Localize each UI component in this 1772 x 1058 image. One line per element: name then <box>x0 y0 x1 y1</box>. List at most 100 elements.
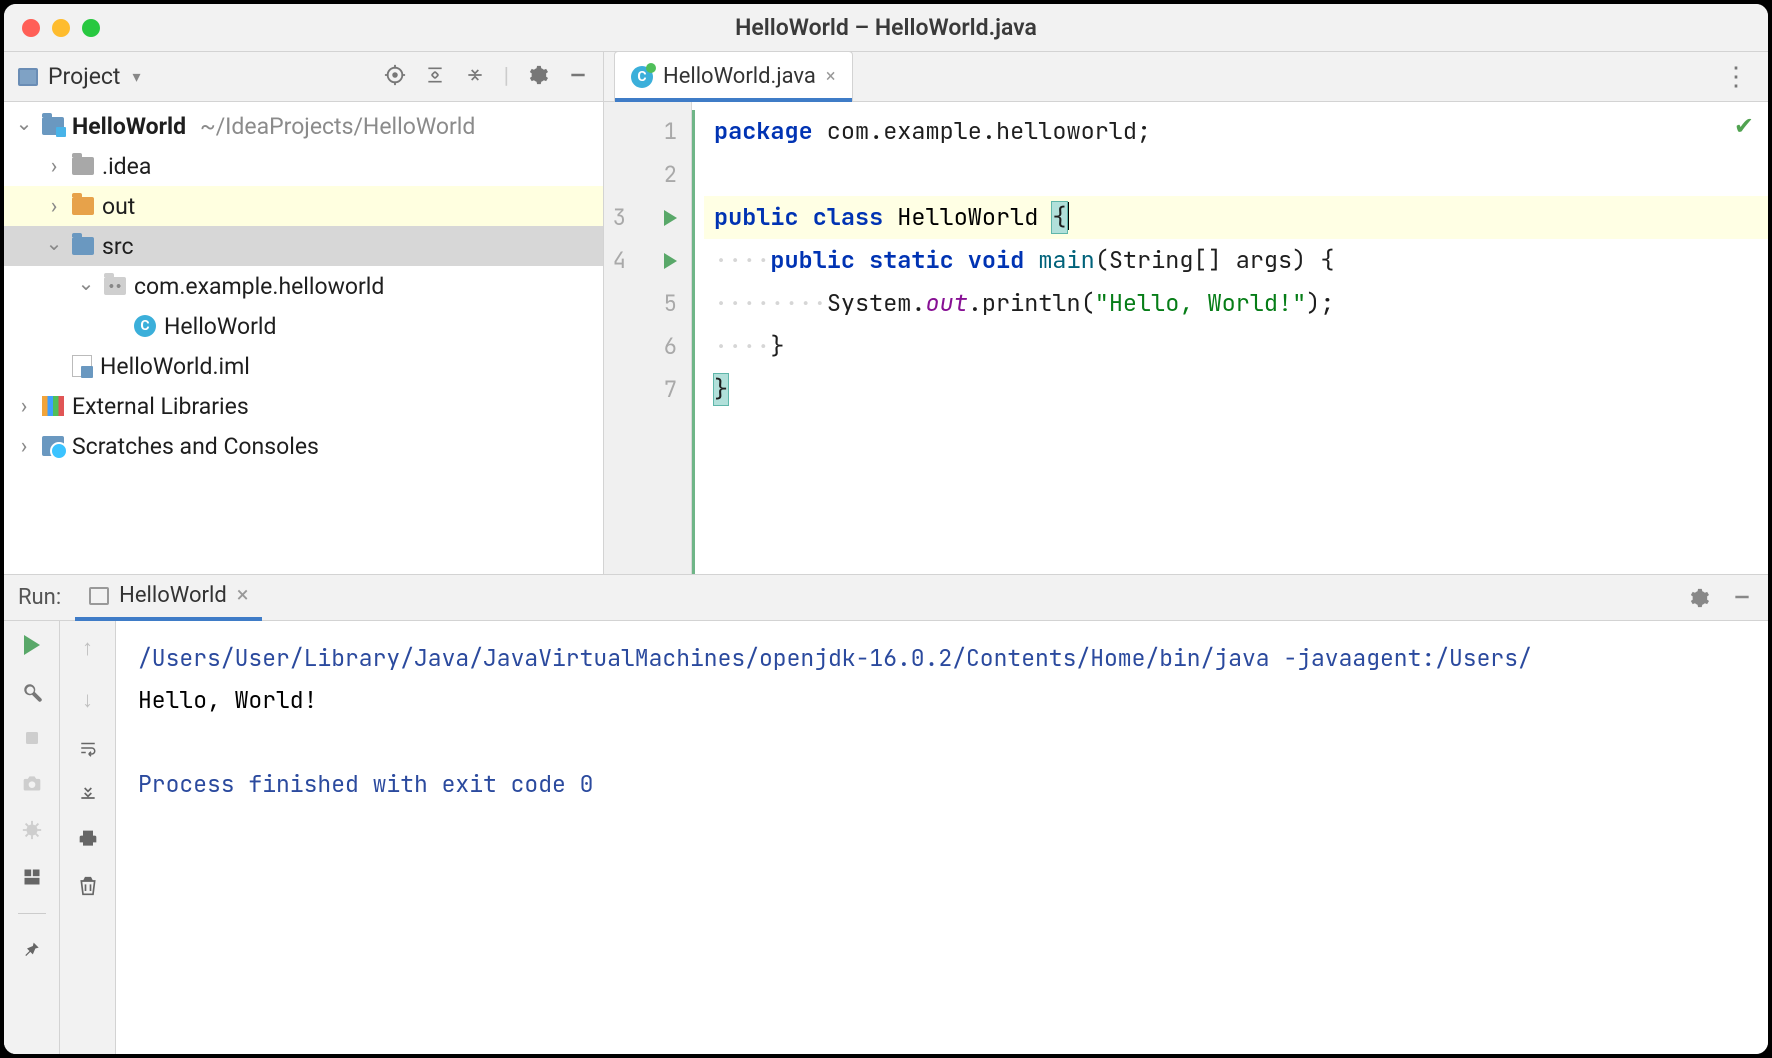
wrench-icon[interactable] <box>21 681 43 703</box>
tree-root[interactable]: HelloWorld ~/IdeaProjects/HelloWorld <box>4 106 603 146</box>
pin-icon[interactable] <box>22 940 42 962</box>
project-view-title[interactable]: Project <box>48 63 120 90</box>
run-tab-label: HelloWorld <box>119 583 227 608</box>
tree-item-label: HelloWorld <box>72 113 192 140</box>
run-body: ↑ ↓ /Users/User/Library/Java/JavaVirtual… <box>4 621 1768 1054</box>
tree-item-label: HelloWorld.iml <box>100 353 256 380</box>
code-token: out <box>926 288 968 319</box>
tree-item-label: Scratches and Consoles <box>72 433 325 460</box>
code-editor[interactable]: 1 2 3 4 5 6 7 ✔ package com.example.hell… <box>604 102 1768 574</box>
close-run-tab-icon[interactable]: × <box>237 583 249 608</box>
run-console[interactable]: /Users/User/Library/Java/JavaVirtualMach… <box>116 621 1768 1054</box>
tree-item-label: com.example.helloworld <box>134 273 390 300</box>
line-number: 6 <box>655 332 677 361</box>
run-gutter-icon[interactable] <box>664 253 677 269</box>
tree-item-iml[interactable]: HelloWorld.iml <box>4 346 603 386</box>
collapse-all-icon[interactable] <box>464 64 486 86</box>
folder-icon <box>72 157 94 175</box>
tree-item-label: HelloWorld <box>164 313 282 340</box>
chevron-down-icon[interactable] <box>76 274 96 298</box>
code-token: } <box>770 331 784 362</box>
hide-panel-icon[interactable] <box>567 64 589 86</box>
class-icon: C <box>134 315 156 337</box>
tree-item-scratches[interactable]: Scratches and Consoles <box>4 426 603 466</box>
hide-panel-icon[interactable] <box>1732 587 1752 609</box>
chevron-right-icon[interactable] <box>14 394 34 419</box>
project-header: Project ▾ | <box>4 52 603 102</box>
source-folder-icon <box>72 237 94 255</box>
editor-tab-label: HelloWorld.java <box>663 64 816 89</box>
tree-item-idea[interactable]: .idea <box>4 146 603 186</box>
run-gutter-icon[interactable] <box>664 210 677 226</box>
soft-wrap-icon[interactable] <box>77 739 99 757</box>
libraries-icon <box>42 396 64 416</box>
run-console-toolbar: ↑ ↓ <box>60 621 116 1054</box>
rerun-icon[interactable] <box>24 635 40 655</box>
code-scroll[interactable]: ✔ package com.example.helloworld;public … <box>692 102 1768 574</box>
editor-gutter[interactable]: 1 2 3 4 5 6 7 <box>604 102 692 574</box>
tree-item-src[interactable]: src <box>4 226 603 266</box>
stop-icon[interactable] <box>23 729 41 747</box>
run-header-tools <box>1688 587 1752 609</box>
code-token: System. <box>827 288 926 319</box>
print-icon[interactable] <box>77 829 99 849</box>
inspection-ok-icon[interactable]: ✔ <box>1734 112 1754 140</box>
text-cursor <box>1067 202 1069 230</box>
tree-item-package[interactable]: com.example.helloworld <box>4 266 603 306</box>
run-header: Run: HelloWorld × <box>4 575 1768 621</box>
title-bar: HelloWorld – HelloWorld.java <box>4 4 1768 52</box>
code-token: public class <box>714 202 883 233</box>
code-token: "Hello, World!" <box>1095 288 1307 319</box>
chevron-right-icon[interactable] <box>44 154 64 179</box>
tab-options-icon[interactable]: ⋮ <box>1723 62 1750 92</box>
ide-window: HelloWorld – HelloWorld.java Project ▾ | <box>0 0 1772 1058</box>
window-title: HelloWorld – HelloWorld.java <box>4 14 1768 41</box>
expand-all-icon[interactable] <box>424 64 446 86</box>
chevron-right-icon[interactable] <box>44 194 64 219</box>
tree-item-label: out <box>102 193 141 220</box>
tree-item-out[interactable]: out <box>4 186 603 226</box>
chevron-down-icon[interactable] <box>44 234 64 258</box>
code-content[interactable]: package com.example.helloworld;public cl… <box>692 110 1768 411</box>
project-tree[interactable]: HelloWorld ~/IdeaProjects/HelloWorld .id… <box>4 102 603 574</box>
close-tab-icon[interactable]: × <box>826 66 836 87</box>
run-tab[interactable]: HelloWorld × <box>75 575 262 621</box>
project-view-dropdown-icon[interactable]: ▾ <box>132 67 140 86</box>
iml-file-icon <box>72 355 92 377</box>
code-token: (String[] args) { <box>1095 245 1335 276</box>
project-tool-window: Project ▾ | HelloWorld ~/IdeaProjects/He… <box>4 52 604 574</box>
module-folder-icon <box>42 117 64 135</box>
console-line: Hello, World! <box>138 679 1746 721</box>
project-view-icon <box>18 68 38 86</box>
debug-icon[interactable] <box>21 819 43 841</box>
tree-item-label: src <box>102 233 140 260</box>
scroll-down-icon[interactable]: ↓ <box>82 687 93 713</box>
chevron-right-icon[interactable] <box>14 434 34 459</box>
console-line: /Users/User/Library/Java/JavaVirtualMach… <box>138 637 1746 679</box>
chevron-down-icon[interactable] <box>14 114 34 138</box>
locate-icon[interactable] <box>384 64 406 86</box>
camera-icon[interactable] <box>21 773 43 793</box>
code-token: .println( <box>968 288 1095 319</box>
layout-icon[interactable] <box>22 867 42 887</box>
editor-tab[interactable]: C HelloWorld.java × <box>614 51 853 101</box>
code-token: HelloWorld <box>883 202 1052 233</box>
trash-icon[interactable] <box>78 875 98 897</box>
tree-item-external-libraries[interactable]: External Libraries <box>4 386 603 426</box>
class-icon: C <box>631 66 653 88</box>
console-line: Process finished with exit code 0 <box>138 763 1746 805</box>
code-token: { <box>1052 202 1066 233</box>
line-number: 4 <box>604 246 626 275</box>
gear-icon[interactable] <box>527 64 549 86</box>
line-number: 2 <box>655 160 677 189</box>
gear-icon[interactable] <box>1688 587 1710 609</box>
code-token: main <box>1024 245 1095 276</box>
run-label: Run: <box>18 585 61 610</box>
tree-item-class[interactable]: C HelloWorld <box>4 306 603 346</box>
scroll-to-end-icon[interactable] <box>77 783 99 803</box>
tree-item-label: .idea <box>102 153 157 180</box>
code-token: public static void <box>770 245 1024 276</box>
scroll-up-icon[interactable]: ↑ <box>82 635 93 661</box>
line-number: 5 <box>655 289 677 318</box>
editor-tab-bar: C HelloWorld.java × ⋮ <box>604 52 1768 102</box>
